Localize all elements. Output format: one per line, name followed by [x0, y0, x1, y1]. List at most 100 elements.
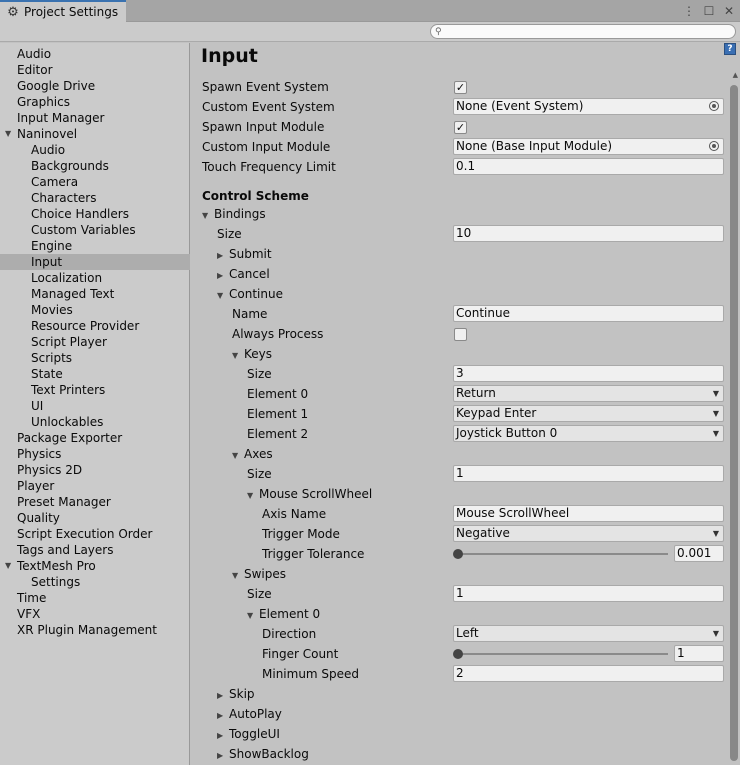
trigger-tolerance-input[interactable]: 0.001 — [674, 545, 724, 562]
bindings-foldout[interactable]: ▼ Bindings — [202, 205, 266, 223]
custom-input-module-field[interactable]: None (Base Input Module) — [453, 138, 724, 155]
keys-foldout[interactable]: ▼ Keys — [232, 345, 272, 363]
name-input[interactable]: Continue — [453, 305, 724, 322]
expanded-arrow-icon[interactable]: ▼ — [5, 558, 11, 574]
key-element-1-label: Element 1 — [247, 407, 309, 421]
key-element-1-dropdown[interactable]: Keypad Enter ▼ — [453, 405, 724, 422]
maximize-icon[interactable]: ☐ — [702, 4, 716, 18]
continue-foldout[interactable]: ▼ Continue — [217, 285, 283, 303]
sidebar-item-package-exporter[interactable]: Package Exporter — [0, 430, 190, 446]
inspector-panel: Input ? Spawn Event System ✓ Custom Even… — [191, 43, 740, 765]
sidebar-item-input-manager[interactable]: Input Manager — [0, 110, 190, 126]
sidebar-item-xr-plugin-management[interactable]: XR Plugin Management — [0, 622, 190, 638]
spawn-event-system-checkbox[interactable]: ✓ — [454, 81, 467, 94]
search-box[interactable]: ⚲ — [430, 24, 736, 39]
scroll-up-arrow-icon[interactable]: ▲ — [733, 71, 738, 79]
showbacklog-foldout[interactable]: ▶ ShowBacklog — [217, 745, 309, 763]
sidebar-item-label: Script Execution Order — [17, 527, 153, 541]
sidebar-item-engine[interactable]: Engine — [0, 238, 190, 254]
submit-foldout[interactable]: ▶ Submit — [217, 245, 272, 263]
axis-name-input[interactable]: Mouse ScrollWheel — [453, 505, 724, 522]
sidebar-item-unlockables[interactable]: Unlockables — [0, 414, 190, 430]
sidebar-item-textmesh-pro[interactable]: ▼ TextMesh Pro — [0, 558, 190, 574]
vertical-scrollbar[interactable] — [730, 85, 738, 761]
finger-count-slider-handle[interactable] — [453, 649, 463, 659]
sidebar-item-editor[interactable]: Editor — [0, 62, 190, 78]
sidebar-item-naninovel[interactable]: ▼ Naninovel — [0, 126, 190, 142]
spawn-input-module-checkbox[interactable]: ✓ — [454, 121, 467, 134]
close-icon[interactable]: ✕ — [722, 4, 736, 18]
sidebar-item-physics[interactable]: Physics — [0, 446, 190, 462]
sidebar-item-preset-manager[interactable]: Preset Manager — [0, 494, 190, 510]
tab-project-settings[interactable]: ⚙ Project Settings — [0, 0, 126, 22]
skip-foldout[interactable]: ▶ Skip — [217, 685, 255, 703]
sidebar-item-scripts[interactable]: Scripts — [0, 350, 190, 366]
key-element-0-dropdown[interactable]: Return ▼ — [453, 385, 724, 402]
sidebar-item-custom-variables[interactable]: Custom Variables — [0, 222, 190, 238]
sidebar-item-physics-2d[interactable]: Physics 2D — [0, 462, 190, 478]
sidebar-item-time[interactable]: Time — [0, 590, 190, 606]
sidebar-item-backgrounds[interactable]: Backgrounds — [0, 158, 190, 174]
autoplay-foldout[interactable]: ▶ AutoPlay — [217, 705, 282, 723]
touch-frequency-limit-input[interactable]: 0.1 — [453, 158, 724, 175]
object-picker-icon[interactable] — [709, 141, 719, 151]
sidebar-item-movies[interactable]: Movies — [0, 302, 190, 318]
spawn-input-module-label: Spawn Input Module — [202, 120, 325, 134]
swipes-foldout[interactable]: ▼ Swipes — [232, 565, 286, 583]
sidebar-item-quality[interactable]: Quality — [0, 510, 190, 526]
key-element-2-dropdown[interactable]: Joystick Button 0 ▼ — [453, 425, 724, 442]
more-options-icon[interactable]: ⋮ — [682, 4, 696, 18]
custom-event-system-field[interactable]: None (Event System) — [453, 98, 724, 115]
chevron-down-icon: ▼ — [712, 629, 719, 638]
sidebar-item-label: Scripts — [31, 351, 73, 365]
search-input[interactable] — [445, 25, 735, 38]
sidebar-item-settings[interactable]: Settings — [0, 574, 190, 590]
sidebar-item-localization[interactable]: Localization — [0, 270, 190, 286]
sidebar-item-audio[interactable]: Audio — [0, 46, 190, 62]
finger-count-input[interactable]: 1 — [674, 645, 724, 662]
collapsed-arrow-icon: ▶ — [217, 731, 224, 740]
collapsed-arrow-icon: ▶ — [217, 691, 224, 700]
sidebar-item-choice-handlers[interactable]: Choice Handlers — [0, 206, 190, 222]
help-icon[interactable]: ? — [724, 43, 736, 55]
sidebar-item-graphics[interactable]: Graphics — [0, 94, 190, 110]
sidebar-item-script-player[interactable]: Script Player — [0, 334, 190, 350]
expanded-arrow-icon[interactable]: ▼ — [5, 126, 11, 142]
minimum-speed-input[interactable]: 2 — [453, 665, 724, 682]
swipe-element-0-foldout[interactable]: ▼ Element 0 — [247, 605, 320, 623]
sidebar-item-text-printers[interactable]: Text Printers — [0, 382, 190, 398]
always-process-label: Always Process — [232, 327, 324, 341]
sidebar-item-ui[interactable]: UI — [0, 398, 190, 414]
sidebar-item-managed-text[interactable]: Managed Text — [0, 286, 190, 302]
sidebar-item-google-drive[interactable]: Google Drive — [0, 78, 190, 94]
swipe-element-0-label: Element 0 — [259, 607, 321, 621]
trigger-tolerance-label: Trigger Tolerance — [262, 547, 365, 561]
trigger-tolerance-slider-handle[interactable] — [453, 549, 463, 559]
cancel-foldout[interactable]: ▶ Cancel — [217, 265, 270, 283]
sidebar-item-camera[interactable]: Camera — [0, 174, 190, 190]
sidebar-item-tags-and-layers[interactable]: Tags and Layers — [0, 542, 190, 558]
key-element-0-value: Return — [456, 386, 496, 400]
sidebar-item-input[interactable]: Input — [0, 254, 190, 270]
object-picker-icon[interactable] — [709, 101, 719, 111]
trigger-tolerance-slider-track[interactable] — [458, 553, 668, 555]
sidebar-item-script-execution-order[interactable]: Script Execution Order — [0, 526, 190, 542]
sidebar-item-player[interactable]: Player — [0, 478, 190, 494]
sidebar-item-characters[interactable]: Characters — [0, 190, 190, 206]
axes-foldout[interactable]: ▼ Axes — [232, 445, 273, 463]
always-process-checkbox[interactable] — [454, 328, 467, 341]
trigger-mode-dropdown[interactable]: Negative ▼ — [453, 525, 724, 542]
keys-size-input[interactable]: 3 — [453, 365, 724, 382]
sidebar-item-resource-provider[interactable]: Resource Provider — [0, 318, 190, 334]
direction-dropdown[interactable]: Left ▼ — [453, 625, 724, 642]
sidebar-item-vfx[interactable]: VFX — [0, 606, 190, 622]
sidebar-item-state[interactable]: State — [0, 366, 190, 382]
toggleui-foldout[interactable]: ▶ ToggleUI — [217, 725, 280, 743]
swipes-size-input[interactable]: 1 — [453, 585, 724, 602]
page-title: Input — [201, 45, 258, 67]
sidebar-item-naninovel-audio[interactable]: Audio — [0, 142, 190, 158]
finger-count-slider-track[interactable] — [458, 653, 668, 655]
mouse-scrollwheel-foldout[interactable]: ▼ Mouse ScrollWheel — [247, 485, 372, 503]
bindings-size-input[interactable]: 10 — [453, 225, 724, 242]
axes-size-input[interactable]: 1 — [453, 465, 724, 482]
